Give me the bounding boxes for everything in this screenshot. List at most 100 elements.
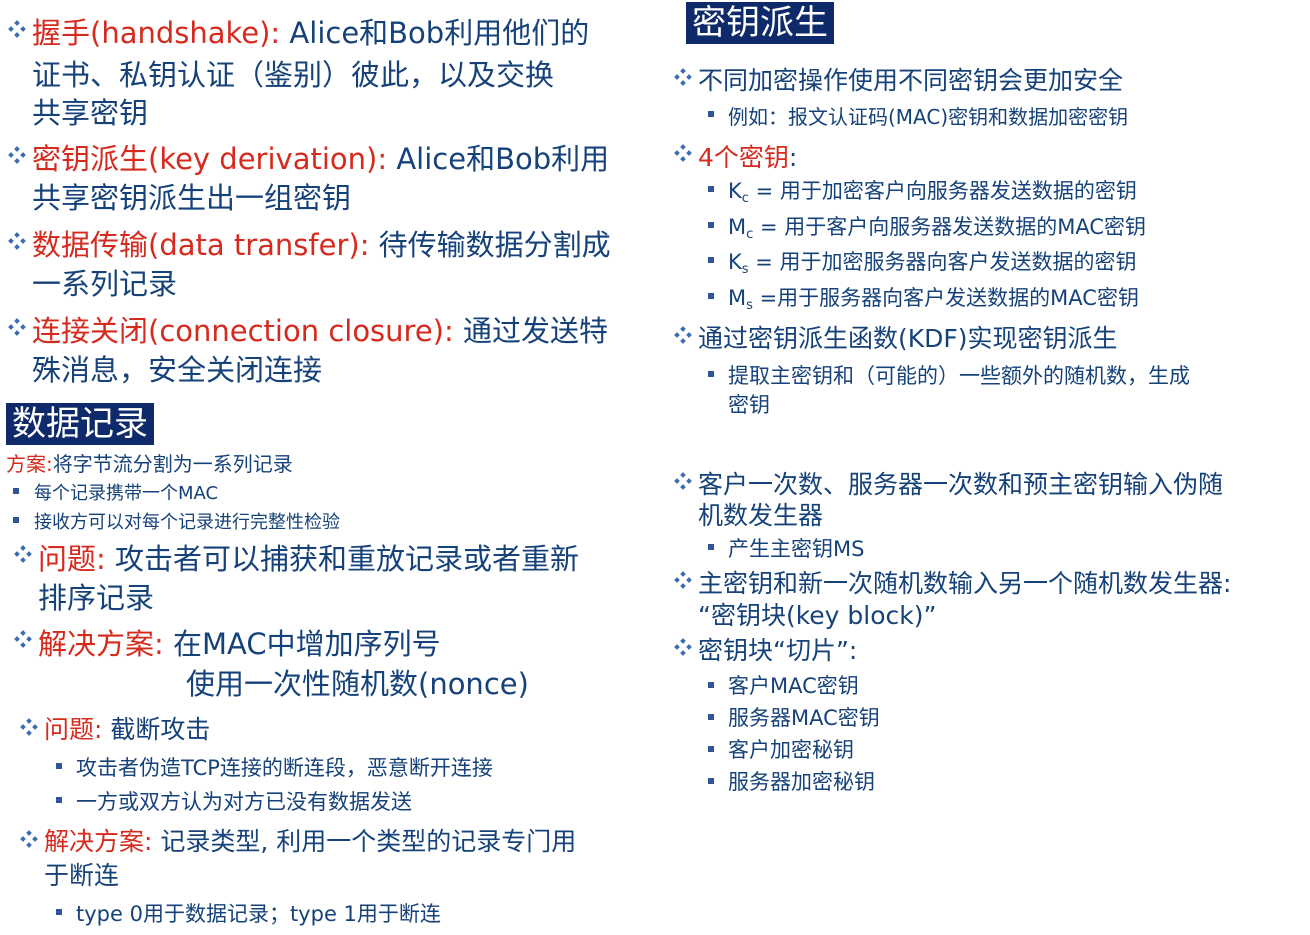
diamond-bullet-icon [8,20,26,38]
square-bullet-icon [708,257,714,263]
p6-bullet-4: 服务器加密秘钥 [728,770,875,794]
key-desc: = 用于加密服务器向客户发送数据的密钥 [748,250,1137,274]
p6-text: 密钥块“切片”: [698,636,858,665]
key-derivation-line-1: 密钥派生(key derivation): Alice和Bob利用 [32,136,609,178]
square-bullet-icon [708,186,714,192]
problem1-label: 问题: [38,542,106,576]
section-title-data-record: 数据记录 [6,403,154,445]
key-subscript: s [741,262,749,277]
p3-bullet-line-2: 密钥 [728,393,770,417]
diamond-bullet-icon [674,571,692,589]
p6-bullet-1: 客户MAC密钥 [728,674,859,698]
problem1-line-1: 问题: 攻击者可以捕获和重放记录或者重新 [38,536,579,578]
key-symbol: M [728,215,747,239]
square-bullet-icon [13,517,19,523]
square-bullet-icon [13,488,19,494]
key-derivation-text: Alice和Bob利用 [387,142,610,176]
diamond-bullet-icon [8,318,26,336]
square-bullet-icon [708,544,714,550]
square-bullet-icon [708,222,714,228]
connection-closure-line-2: 殊消息，安全关闭连接 [32,353,323,387]
problem2-label: 问题: [44,715,103,744]
scheme-label: 方案: [6,452,53,476]
diamond-bullet-icon [20,718,38,736]
key-subscript: c [741,191,749,206]
diamond-bullet-icon [8,146,26,164]
data-transfer-line-2: 一系列记录 [32,267,178,301]
square-bullet-icon [708,293,714,299]
diamond-bullet-icon [8,232,26,250]
handshake-line-3: 共享密钥 [32,96,149,130]
problem1-line-2: 排序记录 [38,581,155,615]
p4-line-2: 机数发生器 [698,501,824,530]
p6-bullet-3: 客户加密秘钥 [728,738,854,762]
p2-line: 4个密钥: [698,138,797,174]
square-bullet-icon [708,778,714,784]
scheme-bullet-2: 接收方可以对每个记录进行完整性检验 [34,512,340,533]
p6-bullet-2: 服务器MAC密钥 [728,706,880,730]
solution2-line-2: 于断连 [44,861,120,890]
solution1-line-1: 解决方案: 在MAC中增加序列号 [38,621,441,663]
key-ks: Ks = 用于加密服务器向客户发送数据的密钥 [728,246,1137,277]
key-ms: Ms =用于服务器向客户发送数据的MAC密钥 [728,282,1139,313]
scheme-bullet-1: 每个记录携带一个MAC [34,483,219,504]
square-bullet-icon [708,714,714,720]
key-desc: =用于服务器向客户发送数据的MAC密钥 [752,286,1139,310]
square-bullet-icon [708,682,714,688]
problem2-bullet-1: 攻击者伪造TCP连接的断连段，恶意断开连接 [76,756,493,780]
square-bullet-icon [708,111,714,117]
solution2-line-1: 解决方案: 记录类型, 利用一个类型的记录专门用 [44,822,576,858]
square-bullet-icon [708,746,714,752]
scheme-line: 方案:将字节流分割为一系列记录 [6,448,293,477]
diamond-bullet-icon [674,144,692,162]
handshake-text: Alice和Bob利用他们的 [280,16,590,50]
key-derivation-term: 密钥派生(key derivation): [32,142,388,176]
solution2-text: 记录类型, 利用一个类型的记录专门用 [152,827,577,856]
key-symbol: M [728,286,747,310]
square-bullet-icon [56,797,62,803]
p3-bullet-line-1: 提取主密钥和（可能的）一些额外的随机数，生成 [728,364,1190,388]
square-bullet-icon [708,371,714,377]
problem2-line-1: 问题: 截断攻击 [44,710,210,746]
problem1-text: 攻击者可以捕获和重放记录或者重新 [105,542,580,576]
handshake-line-2: 证书、私钥认证（鉴别）彼此，以及交换 [32,58,555,92]
connection-closure-text: 通过发送特 [453,314,608,348]
p2-colon: : [788,143,798,172]
section-title-key-derivation: 密钥派生 [686,2,834,44]
data-transfer-text: 待传输数据分割成 [369,228,611,262]
square-bullet-icon [56,763,62,769]
key-desc: = 用于加密客户向服务器发送数据的密钥 [748,179,1137,203]
handshake-term: 握手(handshake): [32,16,281,50]
solution1-text: 在MAC中增加序列号 [163,627,441,661]
key-kc: Kc = 用于加密客户向服务器发送数据的密钥 [728,175,1137,206]
key-mc: Mc = 用于客户向服务器发送数据的MAC密钥 [728,211,1146,242]
data-transfer-line-1: 数据传输(data transfer): 待传输数据分割成 [32,222,611,264]
p5-line-2: “密钥块(key block)” [698,601,937,630]
p1-text: 不同加密操作使用不同密钥会更加安全 [698,66,1124,95]
solution2-bullet-1: type 0用于数据记录；type 1用于断连 [76,902,441,926]
connection-closure-line-1: 连接关闭(connection closure): 通过发送特 [32,308,608,350]
diamond-bullet-icon [674,472,692,490]
p4-bullet: 产生主密钥MS [728,537,865,561]
p5-line-1: 主密钥和新一次随机数输入另一个随机数发生器: [698,569,1232,598]
solution1-line-2: 使用一次性随机数(nonce) [186,667,529,701]
p3-text: 通过密钥派生函数(KDF)实现密钥派生 [698,324,1118,353]
p2-label: 4个密钥 [698,143,789,172]
key-derivation-line-2: 共享密钥派生出一组密钥 [32,181,352,215]
connection-closure-term: 连接关闭(connection closure): [32,314,454,348]
diamond-bullet-icon [20,830,38,848]
p1-bullet: 例如：报文认证码(MAC)密钥和数据加密密钥 [728,105,1129,129]
problem2-text: 截断攻击 [102,715,211,744]
key-desc: = 用于客户向服务器发送数据的MAC密钥 [753,215,1147,239]
diamond-bullet-icon [674,326,692,344]
diamond-bullet-icon [14,545,32,563]
square-bullet-icon [56,909,62,915]
key-symbol: K [728,179,742,203]
diamond-bullet-icon [14,630,32,648]
scheme-text: 将字节流分割为一系列记录 [52,452,293,476]
solution2-label: 解决方案: [44,827,153,856]
diamond-bullet-icon [674,638,692,656]
diamond-bullet-icon [674,68,692,86]
solution1-label: 解决方案: [38,627,164,661]
problem2-bullet-2: 一方或双方认为对方已没有数据发送 [76,790,412,814]
